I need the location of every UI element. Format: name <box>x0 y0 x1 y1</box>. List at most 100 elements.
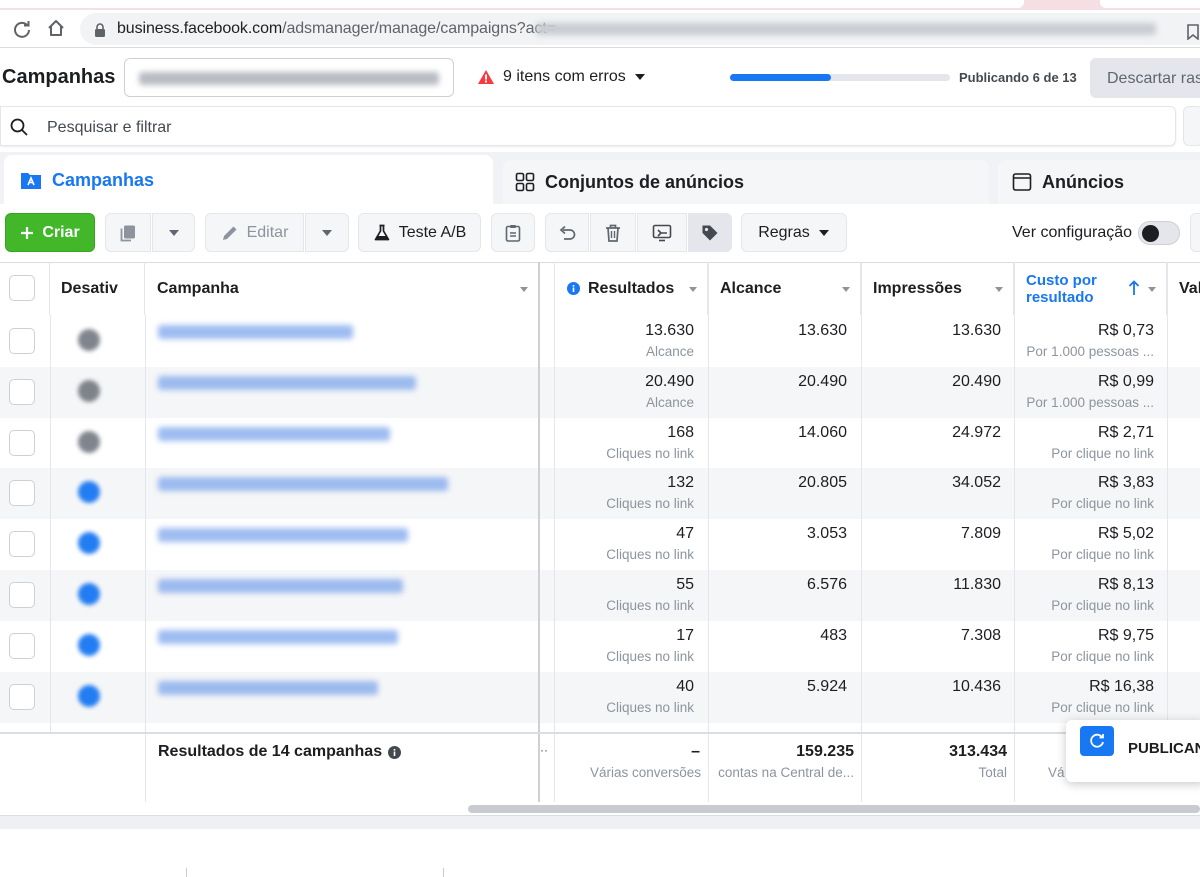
info-icon[interactable] <box>388 745 402 759</box>
grid-icon <box>515 172 535 192</box>
undo-button[interactable] <box>545 213 589 252</box>
column-header-value-label: Val <box>1179 279 1200 297</box>
table-row[interactable]: 17 Cliques no link 483 7.308 R$ 9,75 Por cliq… <box>0 621 1200 672</box>
campaign-name-redacted[interactable] <box>158 477 448 491</box>
campaign-name-redacted[interactable] <box>158 427 390 441</box>
column-header-off-on[interactable]: Desativ <box>50 262 145 315</box>
cell-impressions: 20.490 <box>952 373 1001 390</box>
campaign-name-redacted[interactable] <box>158 325 353 339</box>
browser-tab-active[interactable] <box>0 0 1024 8</box>
row-checkbox[interactable] <box>9 379 35 405</box>
column-header-reach[interactable]: Alcance <box>708 262 861 315</box>
column-header-value[interactable]: Val <box>1167 262 1200 315</box>
sort-caret-icon <box>520 287 528 292</box>
cell-cost-sub: Por clique no link <box>1051 649 1154 664</box>
cell-cost: R$ 5,02 <box>1097 525 1154 542</box>
refresh-icon <box>1080 726 1114 756</box>
delivery-toggle[interactable] <box>78 532 100 554</box>
cell-reach: 483 <box>820 627 847 644</box>
table-row[interactable]: 40 Cliques no link 5.924 10.436 R$ 16,38 Por … <box>0 672 1200 723</box>
column-header-impressions[interactable]: Impressões <box>861 262 1014 315</box>
delivery-toggle[interactable] <box>78 583 100 605</box>
column-divider <box>145 734 146 802</box>
tag-icon <box>701 224 719 242</box>
errors-label: 9 itens com erros <box>503 68 626 85</box>
preview-button[interactable] <box>637 213 687 252</box>
campaign-name-redacted[interactable] <box>158 579 403 593</box>
edit-label: Editar <box>246 223 289 241</box>
tab-campaigns[interactable]: Campanhas <box>4 155 493 205</box>
row-checkbox[interactable] <box>9 582 35 608</box>
clipboard-button[interactable] <box>491 213 535 252</box>
columns-button[interactable] <box>1190 213 1200 252</box>
tag-button[interactable] <box>688 213 732 252</box>
row-checkbox[interactable] <box>9 684 35 710</box>
footer-summary: Resultados de 14 campanhas <box>158 743 402 761</box>
edit-menu-button[interactable] <box>305 213 349 252</box>
row-checkbox[interactable] <box>9 328 35 354</box>
table-row[interactable]: 13.630 Alcance 13.630 13.630 R$ 0,73 Por 1.00… <box>0 316 1200 367</box>
horizontal-scrollbar[interactable] <box>468 805 1200 813</box>
browser-tab[interactable] <box>1100 0 1200 8</box>
table-row[interactable]: 55 Cliques no link 6.576 11.830 R$ 8,13 Por c… <box>0 570 1200 621</box>
table-row[interactable]: 47 Cliques no link 3.053 7.809 R$ 5,02 Por cl… <box>0 519 1200 570</box>
delivery-toggle[interactable] <box>78 329 100 351</box>
tab-campaigns-label: Campanhas <box>52 169 155 190</box>
delivery-toggle[interactable] <box>78 380 100 402</box>
discard-drafts-button[interactable]: Descartar ras <box>1090 58 1200 98</box>
date-range-button[interactable] <box>1183 106 1200 146</box>
table-row[interactable]: 168 Cliques no link 14.060 24.972 R$ 2,71 Por… <box>0 418 1200 469</box>
row-checkbox[interactable] <box>9 430 35 456</box>
home-icon[interactable] <box>46 18 66 38</box>
column-header-results[interactable]: Resultados <box>555 262 708 315</box>
delete-button[interactable] <box>590 213 636 252</box>
cell-cost: R$ 16,38 <box>1089 678 1154 695</box>
table-row[interactable]: 20.490 Alcance 20.490 20.490 R$ 0,99 Por 1.00… <box>0 367 1200 418</box>
campaign-name-redacted[interactable] <box>158 528 408 542</box>
campaign-name-redacted[interactable] <box>158 376 416 390</box>
campaign-name-redacted[interactable] <box>158 630 398 644</box>
delivery-toggle[interactable] <box>78 481 100 503</box>
column-header-results-label: Resultados <box>588 279 675 297</box>
column-divider <box>145 315 146 802</box>
delivery-toggle[interactable] <box>78 431 100 453</box>
row-checkbox[interactable] <box>9 531 35 557</box>
delivery-toggle[interactable] <box>78 634 100 656</box>
cell-impressions: 7.809 <box>960 525 1001 542</box>
duplicate-menu-button[interactable] <box>152 213 195 252</box>
search-filter-bar[interactable]: Pesquisar e filtrar <box>0 106 1176 146</box>
delivery-toggle[interactable] <box>78 685 100 707</box>
create-button[interactable]: Criar <box>5 213 95 252</box>
row-checkbox[interactable] <box>9 633 35 659</box>
campaign-name-redacted[interactable] <box>158 681 378 695</box>
tab-ads[interactable]: Anúncios <box>998 160 1200 204</box>
lock-icon[interactable] <box>94 23 106 37</box>
search-placeholder: Pesquisar e filtrar <box>47 119 172 136</box>
ab-test-button[interactable]: Teste A/B <box>358 213 481 252</box>
cell-results-sub: Cliques no link <box>606 700 694 715</box>
cell-reach: 13.630 <box>798 322 847 339</box>
cell-results-sub: Cliques no link <box>606 649 694 664</box>
column-header-campaign[interactable]: Campanha <box>145 262 540 315</box>
row-checkbox[interactable] <box>9 480 35 506</box>
header-select-all <box>0 262 50 315</box>
column-divider <box>861 262 862 802</box>
browser-toolbar: business.facebook.com/adsmanager/manage/… <box>0 10 1200 48</box>
table-row[interactable]: 132 Cliques no link 20.805 34.052 R$ 3,83 Por… <box>0 468 1200 519</box>
cell-results: 47 <box>676 525 694 542</box>
reload-icon[interactable] <box>12 19 32 39</box>
bookmark-icon[interactable] <box>1186 24 1200 40</box>
errors-dropdown[interactable]: 9 itens com erros <box>477 68 646 86</box>
select-all-checkbox[interactable] <box>9 275 35 301</box>
edit-button[interactable]: Editar <box>205 213 304 252</box>
sort-caret-icon <box>689 287 697 292</box>
ad-account-selector[interactable] <box>124 58 454 97</box>
duplicate-button[interactable] <box>105 213 151 252</box>
warning-icon <box>477 69 495 85</box>
column-header-cost-per-result[interactable]: Custo por resultado <box>1014 262 1167 315</box>
rules-label: Regras <box>758 223 810 241</box>
rules-dropdown[interactable]: Regras <box>741 213 847 252</box>
tab-ad-sets[interactable]: Conjuntos de anúncios <box>503 160 989 204</box>
view-settings-toggle[interactable] <box>1138 221 1180 245</box>
publishing-toast[interactable]: PUBLICAN <box>1066 720 1200 782</box>
